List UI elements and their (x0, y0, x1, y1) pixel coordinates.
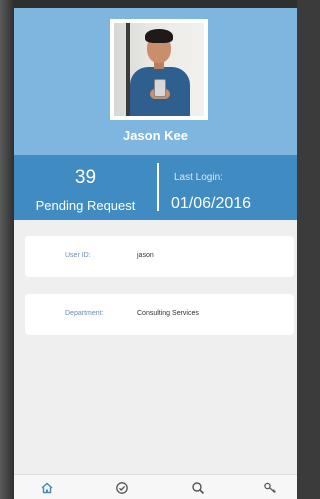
search-icon (192, 482, 205, 495)
pending-requests-stat[interactable]: 39 Pending Request (14, 155, 157, 220)
user-id-value: jason (137, 252, 154, 259)
tab-home[interactable] (37, 479, 57, 497)
pending-count: 39 (74, 167, 97, 188)
device-frame: Jason Kee 39 Pending Request Last Login:… (0, 0, 297, 499)
user-id-label: User ID: (65, 252, 91, 259)
last-login-label: Last Login: (174, 172, 223, 183)
app-screen: Jason Kee 39 Pending Request Last Login:… (14, 8, 297, 499)
pending-label: Pending Request (35, 198, 136, 213)
user-name: Jason Kee (122, 128, 189, 143)
profile-photo[interactable] (110, 19, 208, 120)
key-icon (264, 482, 276, 493)
profile-header: Jason Kee (14, 8, 297, 155)
department-label: Department: (65, 310, 104, 317)
stats-divider (157, 163, 159, 211)
tab-search[interactable] (188, 479, 208, 497)
department-value: Consulting Services (137, 310, 199, 317)
check-circle-icon (116, 482, 128, 494)
photo-phone (154, 79, 166, 97)
avatar (114, 23, 204, 116)
last-login-value: 01/06/2016 (171, 195, 252, 212)
tab-pending[interactable] (112, 479, 132, 497)
home-icon (41, 482, 53, 494)
tab-settings[interactable] (260, 479, 280, 497)
department-card: Department: Consulting Services (25, 294, 294, 335)
photo-hair (145, 29, 173, 43)
user-id-card: User ID: jason (25, 236, 294, 277)
bottom-tab-bar (14, 474, 297, 499)
last-login-stat: Last Login: 01/06/2016 (169, 155, 297, 220)
stats-bar: 39 Pending Request Last Login: 01/06/201… (14, 155, 297, 220)
